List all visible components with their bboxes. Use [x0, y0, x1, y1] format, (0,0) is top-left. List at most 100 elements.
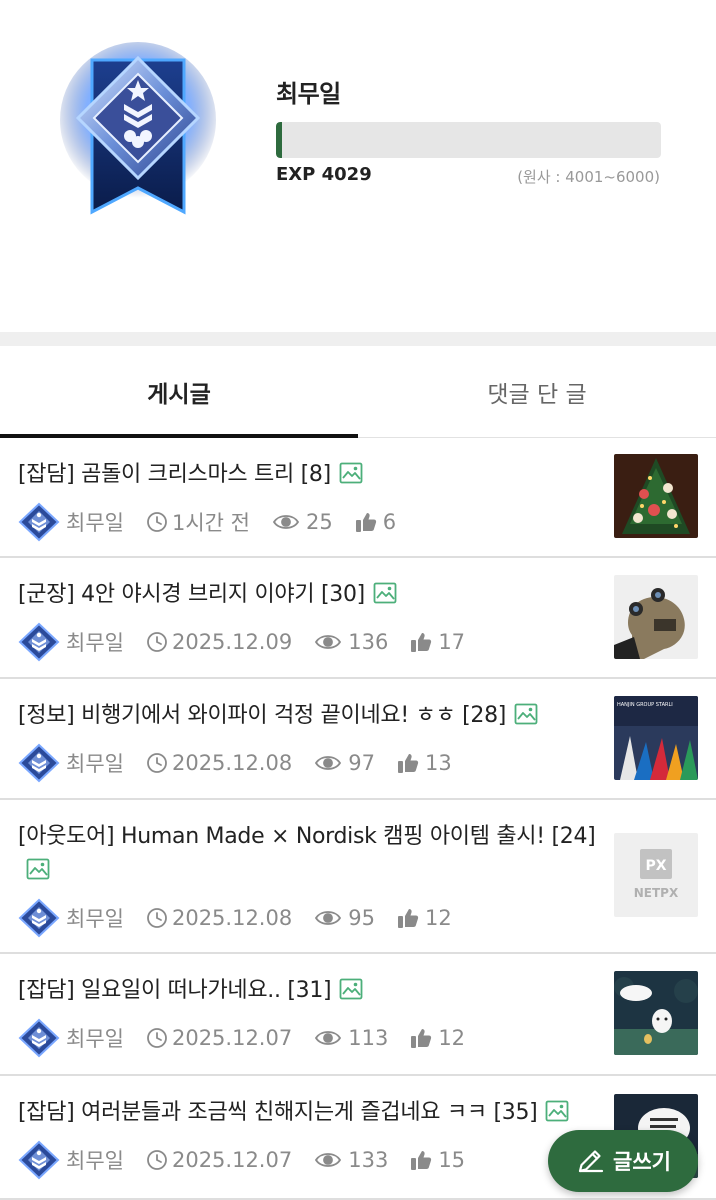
rank-range: (원사 : 4001~6000)	[517, 168, 660, 186]
post-title-row: [정보] 비행기에서 와이파이 걱정 끝이네요! ㅎㅎ [28]	[18, 699, 606, 733]
post-meta: 최무일 2025.12.08 97 13	[18, 743, 452, 783]
eye-icon	[314, 1150, 342, 1170]
image-attachment-icon	[545, 1099, 569, 1122]
thumbs-up-icon	[410, 631, 432, 653]
post-title-row: [잡담] 일요일이 떠나가네요.. [31]	[18, 974, 606, 1008]
image-attachment-icon	[339, 977, 363, 1000]
post-meta: 최무일 1시간 전 25 6	[18, 502, 396, 542]
clock-icon	[146, 752, 168, 774]
post-thumbnail[interactable]: HANJIN GROUP STARLI	[614, 696, 698, 780]
rank-avatar-icon	[18, 1140, 60, 1180]
rank-badge-icon	[60, 42, 216, 215]
tab-bar: 게시글 댓글 단 글	[0, 346, 716, 438]
eye-icon	[314, 1028, 342, 1048]
post-meta: 최무일 2025.12.07 113 12	[18, 1018, 465, 1058]
clock-icon	[146, 1149, 168, 1171]
rank-avatar-icon	[18, 622, 60, 662]
username: 최무일	[276, 80, 341, 108]
image-attachment-icon	[373, 581, 397, 604]
tab-commented-posts[interactable]: 댓글 단 글	[358, 346, 716, 438]
view-count: 133	[348, 1148, 389, 1172]
post-title: [잡담] 여러분들과 조금씩 친해지는게 즐겁네요 ㅋㅋ [35]	[18, 1100, 538, 1125]
post-time: 1시간 전	[171, 511, 250, 535]
thumbs-up-icon	[355, 511, 377, 533]
clock-icon	[146, 907, 168, 929]
post-thumbnail[interactable]	[614, 971, 698, 1055]
post-title: [잡담] 일요일이 떠나가네요.. [31]	[18, 978, 332, 1003]
post-title-row: [잡담] 여러분들과 조금씩 친해지는게 즐겁네요 ㅋㅋ [35]	[18, 1096, 606, 1130]
svg-text:NETPX: NETPX	[634, 886, 679, 900]
clock-icon	[146, 631, 168, 653]
post-author: 최무일	[66, 1149, 124, 1173]
write-post-label: 글쓰기	[613, 1150, 671, 1174]
image-attachment-icon	[26, 857, 50, 880]
thumbs-up-icon	[397, 752, 419, 774]
eye-icon	[272, 512, 300, 532]
rank-avatar-icon	[18, 743, 60, 783]
post-author: 최무일	[66, 631, 124, 655]
post-time: 2025.12.07	[171, 1026, 293, 1050]
post-meta: 최무일 2025.12.08 95 12	[18, 898, 452, 938]
like-count: 13	[424, 751, 452, 775]
rank-avatar-icon	[18, 898, 60, 938]
post-item[interactable]: [잡담] 곰돌이 크리스마스 트리 [8] 최무일 1시간 전 25 6	[0, 438, 716, 558]
like-count: 12	[424, 906, 452, 930]
post-title: [정보] 비행기에서 와이파이 걱정 끝이네요! ㅎㅎ [28]	[18, 703, 507, 728]
like-count: 6	[382, 510, 397, 534]
svg-text:PX: PX	[645, 858, 666, 874]
post-thumbnail[interactable]	[614, 575, 698, 659]
thumbs-up-icon	[397, 907, 419, 929]
post-author: 최무일	[66, 907, 124, 931]
pencil-icon	[578, 1150, 604, 1173]
post-time: 2025.12.09	[171, 630, 293, 654]
post-time: 2025.12.08	[171, 906, 293, 930]
exp-progress-fill	[276, 122, 282, 158]
exp-value: EXP 4029	[276, 164, 372, 185]
svg-text:HANJIN GROUP STARLI: HANJIN GROUP STARLI	[617, 702, 673, 708]
view-count: 25	[305, 510, 333, 534]
like-count: 17	[438, 630, 466, 654]
post-title-row: [아웃도어] Human Made × Nordisk 캠핑 아이템 출시! […	[18, 820, 606, 888]
post-item[interactable]: [정보] 비행기에서 와이파이 걱정 끝이네요! ㅎㅎ [28] 최무일 202…	[0, 679, 716, 800]
image-attachment-icon	[339, 461, 363, 484]
post-time: 2025.12.07	[171, 1148, 293, 1172]
post-title-row: [잡담] 곰돌이 크리스마스 트리 [8]	[18, 458, 606, 492]
write-post-button[interactable]: 글쓰기	[548, 1130, 698, 1192]
post-item[interactable]: [잡담] 일요일이 떠나가네요.. [31] 최무일 2025.12.07 11…	[0, 954, 716, 1076]
post-thumbnail[interactable]	[614, 454, 698, 538]
view-count: 97	[348, 751, 375, 775]
post-title: [잡담] 곰돌이 크리스마스 트리 [8]	[18, 462, 331, 487]
eye-icon	[314, 908, 342, 928]
post-author: 최무일	[66, 752, 124, 776]
post-meta: 최무일 2025.12.07 133 15	[18, 1140, 465, 1180]
post-thumbnail[interactable]: PX NETPX	[614, 833, 698, 917]
clock-icon	[146, 511, 168, 533]
post-list: [잡담] 곰돌이 크리스마스 트리 [8] 최무일 1시간 전 25 6 [군장…	[0, 438, 716, 1200]
post-title-row: [군장] 4안 야시경 브리지 이야기 [30]	[18, 578, 606, 612]
view-count: 136	[348, 630, 389, 654]
thumbs-up-icon	[410, 1027, 432, 1049]
view-count: 95	[348, 906, 375, 930]
post-title: [군장] 4안 야시경 브리지 이야기 [30]	[18, 582, 365, 607]
exp-progress-bar	[276, 122, 661, 158]
image-attachment-icon	[514, 702, 538, 725]
clock-icon	[146, 1027, 168, 1049]
rank-avatar-icon	[18, 1018, 60, 1058]
post-item[interactable]: [아웃도어] Human Made × Nordisk 캠핑 아이템 출시! […	[0, 800, 716, 954]
eye-icon	[314, 632, 342, 652]
post-author: 최무일	[66, 1027, 124, 1051]
thumbs-up-icon	[410, 1149, 432, 1171]
view-count: 113	[348, 1026, 389, 1050]
profile-section: 최무일 EXP 4029 (원사 : 4001~6000)	[0, 0, 716, 332]
post-author: 최무일	[66, 511, 124, 535]
post-meta: 최무일 2025.12.09 136 17	[18, 622, 465, 662]
post-time: 2025.12.08	[171, 751, 293, 775]
like-count: 15	[438, 1148, 466, 1172]
like-count: 12	[438, 1026, 466, 1050]
post-title: [아웃도어] Human Made × Nordisk 캠핑 아이템 출시! […	[18, 824, 596, 849]
post-item[interactable]: [군장] 4안 야시경 브리지 이야기 [30] 최무일 2025.12.09 …	[0, 558, 716, 679]
rank-avatar-icon	[18, 502, 60, 542]
section-divider	[0, 332, 716, 346]
tab-posts[interactable]: 게시글	[0, 346, 358, 438]
eye-icon	[314, 753, 342, 773]
